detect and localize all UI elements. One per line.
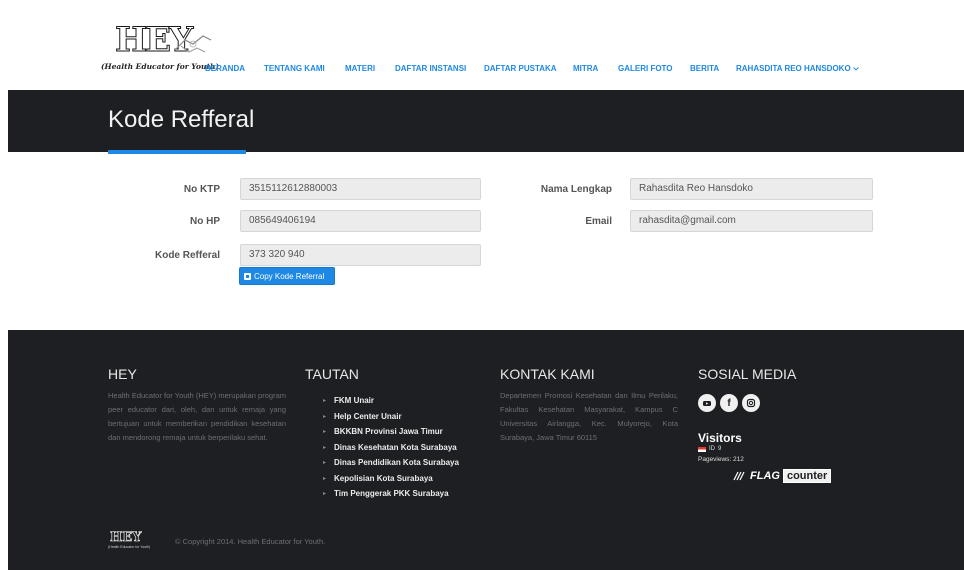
nama-lengkap-field[interactable]: Rahasdita Reo Hansdoko	[630, 178, 873, 200]
site-header: HEY (Health Educator for Youth)	[8, 0, 964, 90]
footer-link-pkk[interactable]: ▸ Tim Penggerak PKK Surabaya	[323, 486, 459, 502]
footer-link-fkm-unair[interactable]: ▸ FKM Unair	[323, 393, 459, 409]
footer-link-label: Tim Penggerak PKK Surabaya	[334, 489, 449, 499]
footer-kontak-heading: KONTAK KAMI	[500, 366, 595, 382]
visitor-country: ID	[709, 446, 715, 452]
caret-right-icon: ▸	[323, 429, 327, 436]
caret-right-icon: ▸	[323, 398, 327, 405]
caret-right-icon: ▸	[323, 460, 327, 467]
pageviews-count: Pageviews: 212	[698, 456, 744, 463]
handshake-icon	[174, 35, 212, 53]
footer-logo-mark: HEY	[110, 530, 142, 546]
logo-tagline: (Health Educator for Youth)	[101, 62, 219, 71]
nav-user-menu[interactable]: RAHASDITA REO HANSDOKO	[736, 64, 859, 73]
title-underline	[108, 150, 246, 154]
nav-materi[interactable]: MATERI	[345, 64, 375, 73]
footer-link-kepolisian[interactable]: ▸ Kepolisian Kota Surabaya	[323, 471, 459, 487]
email-label: Email	[585, 216, 612, 227]
footer-link-label: FKM Unair	[334, 396, 375, 406]
visitors-row: ID 9	[698, 446, 721, 452]
copy-referral-label: Copy Kode Referral	[254, 271, 325, 281]
no-ktp-field[interactable]: 3515112612880003	[240, 178, 481, 200]
footer-link-dinkes[interactable]: ▸ Dinas Kesehatan Kota Surabaya	[323, 440, 459, 456]
nav-mitra[interactable]: MITRA	[573, 64, 598, 73]
flag-counter-counter: counter	[782, 469, 832, 483]
page-title-band: Kode Refferal	[8, 90, 964, 152]
footer-logo-tagline: (Health Educator for Youth)	[108, 545, 151, 549]
caret-right-icon: ▸	[323, 444, 327, 451]
nav-galeri-foto[interactable]: GALERI FOTO	[618, 64, 673, 73]
footer-sosial-heading: SOSIAL MEDIA	[698, 366, 797, 382]
footer-link-label: Dinas Pendidikan Kota Surabaya	[334, 458, 459, 468]
visitors-title: Visitors	[698, 431, 742, 445]
caret-right-icon: ▸	[323, 491, 327, 498]
visitor-count: 9	[718, 446, 722, 452]
no-hp-label: No HP	[190, 216, 220, 227]
youtube-icon[interactable]	[698, 394, 716, 412]
caret-right-icon: ▸	[323, 475, 327, 482]
footer-link-label: BKKBN Provinsi Jawa Timur	[334, 427, 443, 437]
kode-refferal-field[interactable]: 373 320 940	[240, 244, 481, 266]
facebook-icon[interactable]: f	[720, 394, 738, 412]
footer-link-label: Help Center Unair	[334, 411, 402, 421]
footer-link-bkkbn[interactable]: ▸ BKKBN Provinsi Jawa Timur	[323, 424, 459, 440]
copy-referral-button[interactable]: Copy Kode Referral	[239, 267, 335, 285]
email-field[interactable]: rahasdita@gmail.com	[630, 210, 873, 232]
indonesia-flag-icon	[698, 446, 706, 452]
nav-user-name: RAHASDITA REO HANSDOKO	[736, 64, 851, 73]
flag-counter-badge[interactable]: FLAG counter	[733, 469, 832, 483]
nav-daftar-instansi[interactable]: DAFTAR INSTANSI	[395, 64, 466, 73]
no-ktp-label: No KTP	[183, 184, 220, 195]
youtube-glyph	[703, 401, 711, 406]
no-hp-field[interactable]: 085649406194	[240, 210, 481, 232]
footer-tautan-heading: TAUTAN	[305, 366, 359, 382]
clipboard-icon	[244, 272, 251, 280]
footer-hey-heading: HEY	[108, 366, 137, 382]
flag-counter-icon	[733, 471, 745, 481]
nav-beranda[interactable]: BERANDA	[205, 64, 245, 73]
nav-tentang-kami[interactable]: TENTANG KAMI	[264, 64, 325, 73]
chevron-down-icon	[852, 66, 859, 71]
footer-link-label: Kepolisian Kota Surabaya	[334, 473, 433, 483]
nav-berita[interactable]: BERITA	[690, 64, 719, 73]
footer-kontak-text: Departemen Promosi Kesehatan dan Ilmu Pe…	[500, 391, 678, 442]
footer-tautan-list: ▸ FKM Unair ▸ Help Center Unair ▸ BKKBN Pro…	[323, 393, 459, 502]
caret-right-icon: ▸	[323, 413, 327, 420]
page-title: Kode Refferal	[108, 106, 255, 133]
footer-link-dispendik[interactable]: ▸ Dinas Pendidikan Kota Surabaya	[323, 455, 459, 471]
site-footer	[8, 330, 964, 570]
footer-link-label: Dinas Kesehatan Kota Surabaya	[334, 442, 457, 452]
footer-logo[interactable]: HEY (Health Educator for Youth)	[108, 530, 150, 550]
kode-refferal-label: Kode Refferal	[154, 250, 220, 261]
flag-counter-flag: FLAG	[750, 470, 780, 482]
instagram-glyph	[746, 398, 756, 408]
site-logo[interactable]: HEY (Health Educator for Youth)	[101, 20, 221, 72]
footer-link-help-center[interactable]: ▸ Help Center Unair	[323, 409, 459, 425]
instagram-icon[interactable]	[742, 394, 760, 412]
nama-lengkap-label: Nama Lengkap	[540, 184, 612, 195]
footer-hey-text: Health Educator for Youth (HEY) merupaka…	[108, 391, 286, 442]
copyright-text: © Copyright 2014. Health Educator for Yo…	[175, 537, 326, 546]
nav-daftar-pustaka[interactable]: DAFTAR PUSTAKA	[484, 64, 557, 73]
